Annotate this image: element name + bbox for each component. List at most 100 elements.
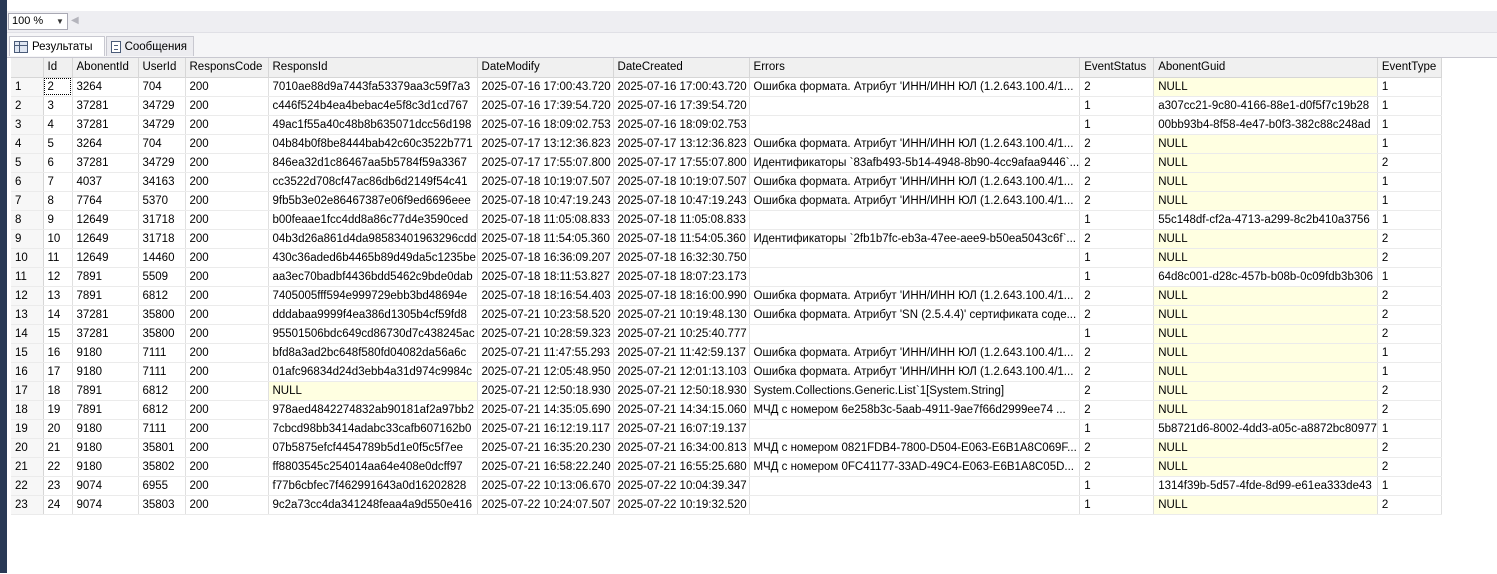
- grid-cell[interactable]: 1: [1079, 210, 1155, 230]
- grid-cell[interactable]: МЧД с номером 0821FDB4-7800-D504-E063-E6…: [749, 438, 1081, 458]
- grid-cell[interactable]: 37281: [72, 96, 139, 116]
- grid-cell[interactable]: 7764: [72, 191, 139, 211]
- grid-cell[interactable]: 35802: [138, 457, 186, 477]
- grid-cell[interactable]: 1: [1377, 191, 1442, 211]
- grid-cell[interactable]: 2025-07-18 11:54:05.360: [477, 229, 614, 249]
- grid-cell[interactable]: Идентификаторы `2fb1b7fc-eb3a-47ee-aee9-…: [749, 229, 1081, 249]
- table-row[interactable]: 19 20 9180 7111 200 7cbcd98bb3414adabc33cafb6…: [11, 419, 1442, 439]
- row-number-cell[interactable]: 17: [11, 381, 44, 401]
- grid-cell[interactable]: 200: [185, 191, 269, 211]
- grid-cell[interactable]: NULL: [1153, 77, 1378, 97]
- grid-cell[interactable]: 2: [1079, 438, 1155, 458]
- grid-cell[interactable]: 7405005fff594e999729ebb3bd48694e: [268, 286, 478, 306]
- table-row[interactable]: 15 16 9180 7111 200 bfd8a3ad2bc648f580fd04082…: [11, 343, 1442, 363]
- grid-cell[interactable]: 04b3d26a861d4da98583401963296cdd: [268, 229, 478, 249]
- grid-cell[interactable]: 95501506bdc649cd86730d7c438245ac: [268, 324, 478, 344]
- grid-cell[interactable]: 9180: [72, 419, 139, 439]
- grid-cell[interactable]: 07b5875efcf4454789b5d1e0f5c5f7ee: [268, 438, 478, 458]
- grid-cell[interactable]: 34729: [138, 115, 186, 135]
- grid-cell[interactable]: 1: [1377, 115, 1442, 135]
- grid-cell[interactable]: 2025-07-17 13:12:36.823: [613, 134, 750, 154]
- grid-cell[interactable]: 2025-07-17 17:55:07.800: [613, 153, 750, 173]
- grid-cell[interactable]: 34729: [138, 96, 186, 116]
- grid-cell[interactable]: 2: [1079, 77, 1155, 97]
- row-number-cell[interactable]: 10: [11, 248, 44, 268]
- grid-cell[interactable]: a307cc21-9c80-4166-88e1-d0f5f7c19b28: [1153, 96, 1378, 116]
- grid-cell[interactable]: 2025-07-18 11:54:05.360: [613, 229, 750, 249]
- grid-cell[interactable]: 34729: [138, 153, 186, 173]
- grid-cell[interactable]: 200: [185, 495, 269, 515]
- grid-cell[interactable]: 35801: [138, 438, 186, 458]
- grid-cell[interactable]: 2025-07-18 11:05:08.833: [613, 210, 750, 230]
- grid-cell[interactable]: 35803: [138, 495, 186, 515]
- grid-cell[interactable]: 2025-07-21 12:50:18.930: [613, 381, 750, 401]
- grid-cell[interactable]: 200: [185, 134, 269, 154]
- grid-cell[interactable]: 64d8c001-d28c-457b-b08b-0c09fdb3b306: [1153, 267, 1378, 287]
- grid-cell[interactable]: 9074: [72, 495, 139, 515]
- grid-cell[interactable]: 18: [43, 381, 73, 401]
- grid-cell[interactable]: 3264: [72, 77, 139, 97]
- grid-cell[interactable]: [749, 96, 1081, 116]
- grid-cell[interactable]: 200: [185, 96, 269, 116]
- table-row[interactable]: 10 11 12649 14460 200 430c36aded6b4465b89d49d…: [11, 248, 1442, 268]
- grid-cell[interactable]: 846ea32d1c86467aa5b5784f59a3367: [268, 153, 478, 173]
- grid-cell[interactable]: Ошибка формата. Атрибут 'ИНН/ИНН ЮЛ (1.2…: [749, 77, 1081, 97]
- grid-cell[interactable]: 200: [185, 153, 269, 173]
- grid-cell[interactable]: 1: [1377, 172, 1442, 192]
- column-header[interactable]: EventStatus: [1079, 58, 1155, 78]
- table-row[interactable]: 11 12 7891 5509 200 aa3ec70badbf4436bdd5462c9…: [11, 267, 1442, 287]
- grid-cell[interactable]: 6812: [138, 400, 186, 420]
- grid-cell[interactable]: 2: [1377, 457, 1442, 477]
- grid-cell[interactable]: 1: [1377, 476, 1442, 496]
- grid-cell[interactable]: 1: [1377, 362, 1442, 382]
- grid-cell[interactable]: Ошибка формата. Атрибут 'ИНН/ИНН ЮЛ (1.2…: [749, 134, 1081, 154]
- grid-cell[interactable]: [749, 476, 1081, 496]
- grid-cell[interactable]: NULL: [1153, 172, 1378, 192]
- grid-cell[interactable]: NULL: [1153, 134, 1378, 154]
- grid-cell[interactable]: 20: [43, 419, 73, 439]
- grid-cell[interactable]: 2: [1079, 172, 1155, 192]
- grid-cell[interactable]: 7891: [72, 267, 139, 287]
- row-number-cell[interactable]: 7: [11, 191, 44, 211]
- grid-cell[interactable]: 2025-07-18 16:32:30.750: [613, 248, 750, 268]
- grid-cell[interactable]: 2025-07-21 16:07:19.137: [613, 419, 750, 439]
- grid-cell[interactable]: 2025-07-21 16:12:19.117: [477, 419, 614, 439]
- grid-cell[interactable]: 1: [1377, 419, 1442, 439]
- column-header[interactable]: AbonentGuid: [1153, 58, 1378, 78]
- grid-cell[interactable]: 7891: [72, 381, 139, 401]
- grid-cell[interactable]: [749, 267, 1081, 287]
- grid-cell[interactable]: 1: [1377, 77, 1442, 97]
- grid-cell[interactable]: 14: [43, 305, 73, 325]
- grid-cell[interactable]: b00feaae1fcc4dd8a86c77d4e3590ced: [268, 210, 478, 230]
- grid-cell[interactable]: 200: [185, 286, 269, 306]
- grid-cell[interactable]: NULL: [1153, 381, 1378, 401]
- table-row[interactable]: 14 15 37281 35800 200 95501506bdc649cd86730d7…: [11, 324, 1442, 344]
- grid-cell[interactable]: NULL: [1153, 248, 1378, 268]
- grid-cell[interactable]: 37281: [72, 305, 139, 325]
- grid-cell[interactable]: 35800: [138, 305, 186, 325]
- grid-cell[interactable]: Идентификаторы `83afb493-5b14-4948-8b90-…: [749, 153, 1081, 173]
- grid-cell[interactable]: 5b8721d6-8002-4dd3-a05c-a8872bc80977: [1153, 419, 1378, 439]
- row-number-cell[interactable]: 1: [11, 77, 44, 97]
- grid-cell[interactable]: 2025-07-18 10:47:19.243: [477, 191, 614, 211]
- grid-cell[interactable]: 200: [185, 438, 269, 458]
- grid-cell[interactable]: 14460: [138, 248, 186, 268]
- grid-cell[interactable]: 2025-07-21 16:35:20.230: [477, 438, 614, 458]
- row-number-cell[interactable]: 11: [11, 267, 44, 287]
- grid-cell[interactable]: 200: [185, 343, 269, 363]
- grid-cell[interactable]: c446f524b4ea4bebac4e5f8c3d1cd767: [268, 96, 478, 116]
- grid-cell[interactable]: f77b6cbfec7f462991643a0d16202828: [268, 476, 478, 496]
- chevron-down-icon[interactable]: ▼: [54, 15, 66, 28]
- grid-cell[interactable]: 31718: [138, 210, 186, 230]
- grid-cell[interactable]: 430c36aded6b4465b89d49da5c1235be: [268, 248, 478, 268]
- row-number-cell[interactable]: 18: [11, 400, 44, 420]
- table-row[interactable]: 8 9 12649 31718 200 b00feaae1fcc4dd8a86c77d4e…: [11, 210, 1442, 230]
- grid-cell[interactable]: 200: [185, 172, 269, 192]
- row-number-cell[interactable]: 8: [11, 210, 44, 230]
- grid-cell[interactable]: 2025-07-16 17:00:43.720: [613, 77, 750, 97]
- row-number-cell[interactable]: 19: [11, 419, 44, 439]
- grid-cell[interactable]: 7891: [72, 286, 139, 306]
- grid-cell[interactable]: 10: [43, 229, 73, 249]
- tab-messages[interactable]: Сообщения: [106, 36, 194, 56]
- table-row[interactable]: 20 21 9180 35801 200 07b5875efcf4454789b5d1e0…: [11, 438, 1442, 458]
